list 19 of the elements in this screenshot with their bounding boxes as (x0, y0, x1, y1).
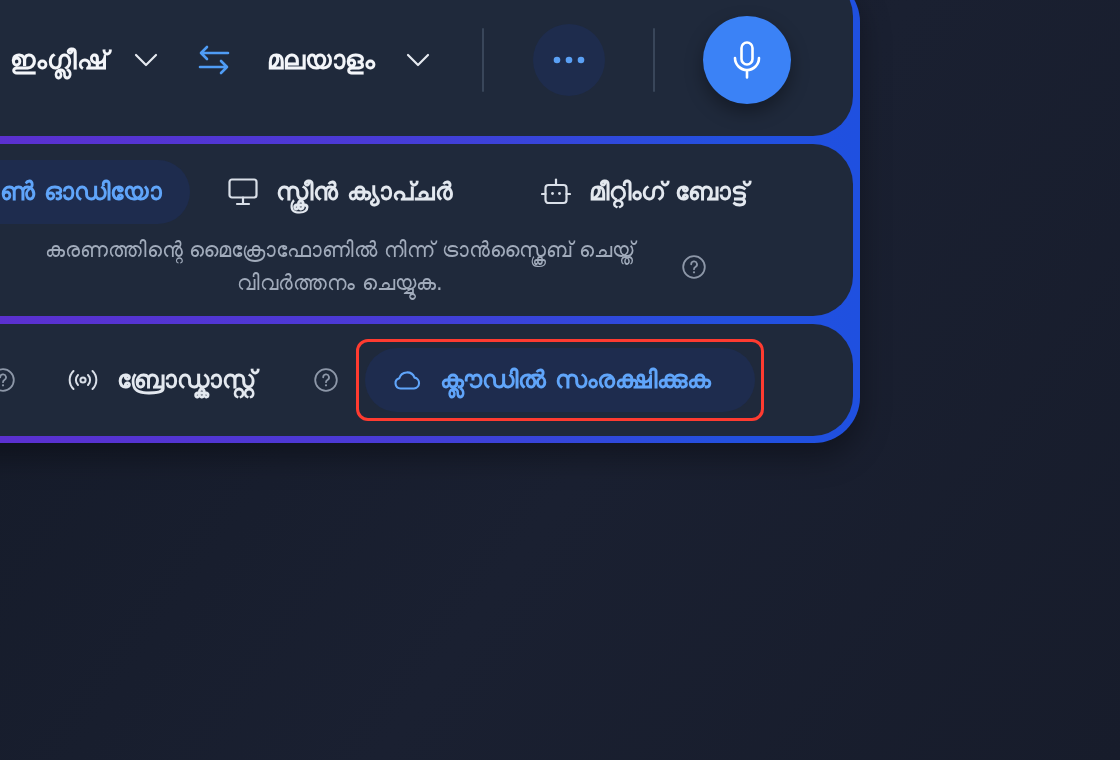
chevron-down-icon (134, 53, 158, 67)
cloud-icon (393, 370, 421, 390)
mode-description: കരണത്തിന്റെ മൈക്രോഫോണിൽ നിന്ന് ട്രാൻസ്ക്രൈബ് ചെയ്ത് വിവർത്തനം ചെയ്യുക. (0, 234, 680, 300)
help-icon[interactable] (682, 255, 706, 279)
robot-icon (541, 178, 571, 206)
mode-tab[interactable]: സ്ക്രീൻ ക്യാപ്ചർ (200, 160, 503, 224)
broadcast-toggle[interactable]: ബ്രോഡ്കാസ്റ്റ് (42, 354, 287, 406)
chevron-down-icon (406, 53, 430, 67)
swap-arrows-icon[interactable] (198, 45, 230, 75)
microphone-icon (733, 41, 761, 79)
help-icon[interactable] (314, 368, 338, 392)
source-language-dropdown[interactable]: ഇംഗ്ലീഷ് (10, 34, 158, 86)
mode-tab[interactable]: മീറ്റിംഗ് ബോട്ട് (513, 160, 776, 224)
more-dots-icon (553, 56, 585, 64)
target-language-dropdown[interactable]: മലയാളം (267, 34, 430, 86)
mode-tab[interactable]: ൺ ഓഡിയോ (0, 160, 190, 224)
broadcast-icon (68, 368, 98, 392)
monitor-icon (228, 178, 258, 206)
save-to-cloud-button[interactable]: ക്ലൗഡിൽ സംരക്ഷിക്കുക (365, 348, 755, 412)
